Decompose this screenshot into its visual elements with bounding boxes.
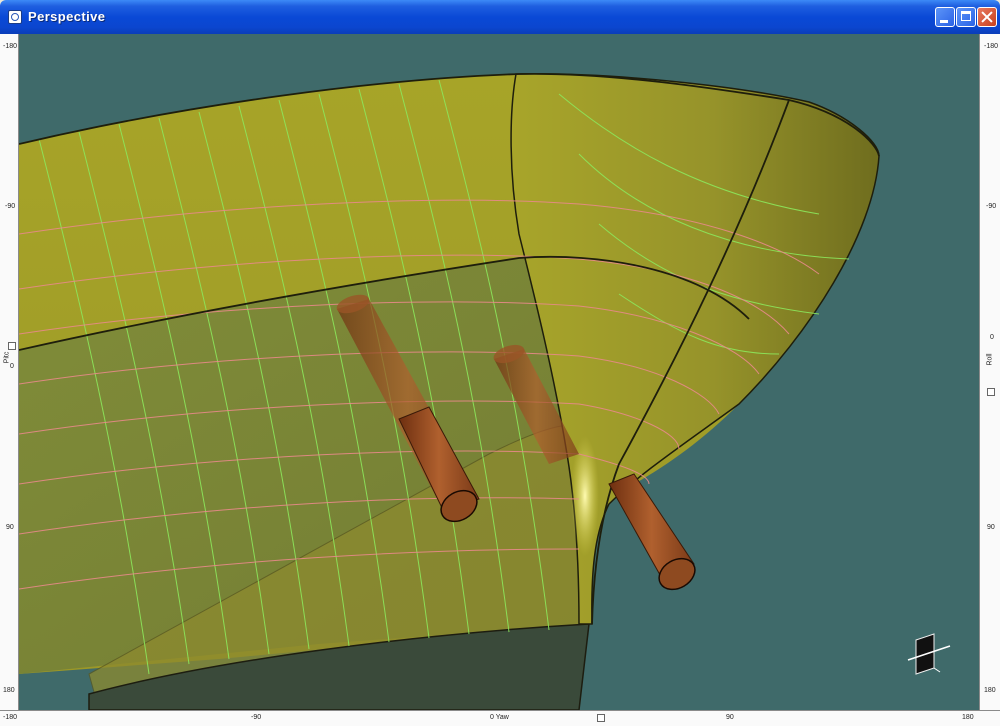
pitch-tick-label: -90 [5,203,16,210]
pitch-tick-label: 90 [6,524,14,531]
pitch-ruler[interactable]: -180 -90 0 90 180 Pitc [0,34,19,710]
axis-gizmo-icon[interactable] [907,633,951,675]
yaw-tick-label: -90 [251,714,262,721]
roll-axis-label: Roll [986,353,994,366]
yaw-tick-label: 0 Yaw [490,714,509,721]
pitch-tick-label: 180 [3,687,15,694]
yaw-tick-label: -180 [3,714,18,721]
pitch-axis-label: Pitc [3,351,11,364]
roll-tick-label: 90 [987,524,995,531]
perspective-window: Perspective -180 -90 0 90 180 Pitc -180 … [0,0,1000,726]
yaw-tick-label: 90 [726,714,734,721]
pitch-slider-handle[interactable] [8,342,16,350]
close-button[interactable] [977,7,997,27]
roll-tick-label: -90 [986,203,997,210]
roll-tick-label: -180 [984,43,999,50]
perspective-viewport[interactable] [19,34,979,710]
maximize-button[interactable] [956,7,976,27]
pitch-tick-label: 0 [10,363,14,370]
yaw-ruler[interactable]: -180 -90 0 Yaw 90 180 [0,710,1000,726]
roll-tick-label: 180 [984,687,996,694]
pitch-tick-label: -180 [3,43,18,50]
roll-tick-label: 0 [990,334,994,341]
minimize-button[interactable] [935,7,955,27]
title-bar[interactable]: Perspective [0,0,1000,34]
hull-3d-scene[interactable] [19,34,979,710]
app-icon[interactable] [8,10,22,24]
yaw-tick-label: 180 [962,714,974,721]
yaw-slider-handle[interactable] [597,714,605,722]
roll-slider-handle[interactable] [987,388,995,396]
roll-ruler[interactable]: -180 -90 0 90 180 Roll [979,34,1000,710]
window-title: Perspective [28,9,106,24]
